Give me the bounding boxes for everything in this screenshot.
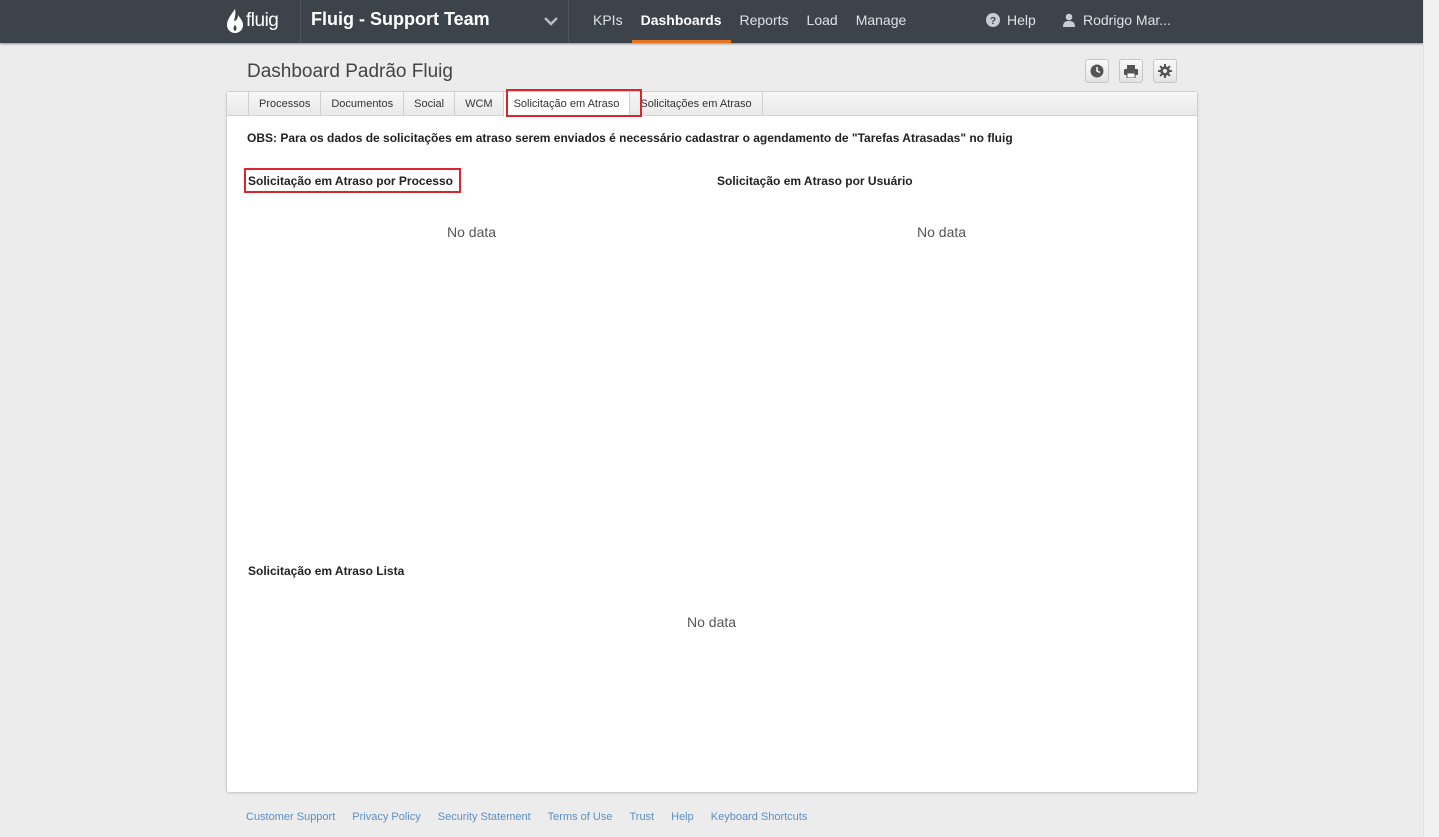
page-title: Dashboard Padrão Fluig	[247, 61, 453, 82]
footer-link-security-statement[interactable]: Security Statement	[438, 811, 531, 823]
tab-solicitacoes-em-atraso[interactable]: Solicitações em Atraso	[629, 92, 763, 116]
section-title-list: Solicitação em Atraso Lista	[248, 564, 405, 578]
print-icon	[1124, 64, 1138, 78]
vertical-scrollbar[interactable]	[1423, 0, 1439, 837]
history-button[interactable]	[1085, 59, 1109, 83]
tab-bar: Processos Documentos Social WCM Solicita…	[227, 92, 1197, 117]
top-navbar: fluig Fluig - Support Team KPIs Dashboar…	[0, 0, 1423, 43]
user-name: Rodrigo Mar...	[1083, 12, 1171, 28]
logo-text: fluig	[246, 10, 279, 31]
footer-link-privacy-policy[interactable]: Privacy Policy	[352, 811, 420, 823]
footer-link-customer-support[interactable]: Customer Support	[246, 811, 335, 823]
tab-processos[interactable]: Processos	[248, 92, 320, 116]
footer-link-help[interactable]: Help	[671, 811, 694, 823]
flame-icon	[227, 9, 243, 33]
team-name[interactable]: Fluig - Support Team	[311, 9, 490, 30]
footer-links: Customer Support Privacy Policy Security…	[246, 811, 824, 823]
help-link[interactable]: ? Help	[986, 12, 1036, 28]
nav-kpis[interactable]: KPIs	[584, 0, 632, 43]
gear-icon	[1158, 64, 1172, 78]
help-label: Help	[1007, 12, 1036, 28]
print-button[interactable]	[1119, 59, 1143, 83]
nav-dashboards[interactable]: Dashboards	[631, 0, 731, 43]
no-data-list: No data	[687, 614, 737, 630]
nav-reports[interactable]: Reports	[731, 0, 798, 43]
tab-wcm[interactable]: WCM	[454, 92, 503, 116]
divider	[300, 0, 301, 43]
obs-note: OBS: Para os dados de solicitações em at…	[247, 131, 1013, 145]
main-nav: KPIs Dashboards Reports Load Manage	[584, 0, 915, 43]
clock-icon	[1090, 64, 1104, 78]
chevron-down-icon[interactable]	[543, 14, 559, 28]
user-icon	[1063, 13, 1075, 27]
nav-manage[interactable]: Manage	[847, 0, 916, 43]
footer-link-keyboard-shortcuts[interactable]: Keyboard Shortcuts	[711, 811, 808, 823]
dashboard-panel: Processos Documentos Social WCM Solicita…	[226, 91, 1198, 793]
question-icon: ?	[986, 13, 1000, 27]
section-title-user: Solicitação em Atraso por Usuário	[717, 174, 913, 188]
tab-social[interactable]: Social	[403, 92, 454, 116]
footer-link-trust[interactable]: Trust	[629, 811, 654, 823]
nav-load[interactable]: Load	[798, 0, 847, 43]
settings-button[interactable]	[1153, 59, 1177, 83]
section-title-process: Solicitação em Atraso por Processo	[248, 174, 453, 188]
user-menu[interactable]: Rodrigo Mar...	[1062, 12, 1171, 28]
footer-link-terms-of-use[interactable]: Terms of Use	[548, 811, 613, 823]
no-data-process: No data	[447, 224, 497, 240]
svg-text:?: ?	[990, 16, 996, 27]
fluig-logo[interactable]: fluig	[226, 6, 286, 36]
tab-documentos[interactable]: Documentos	[320, 92, 403, 116]
no-data-user: No data	[917, 224, 967, 240]
divider	[568, 0, 569, 43]
highlight-box	[506, 89, 642, 117]
